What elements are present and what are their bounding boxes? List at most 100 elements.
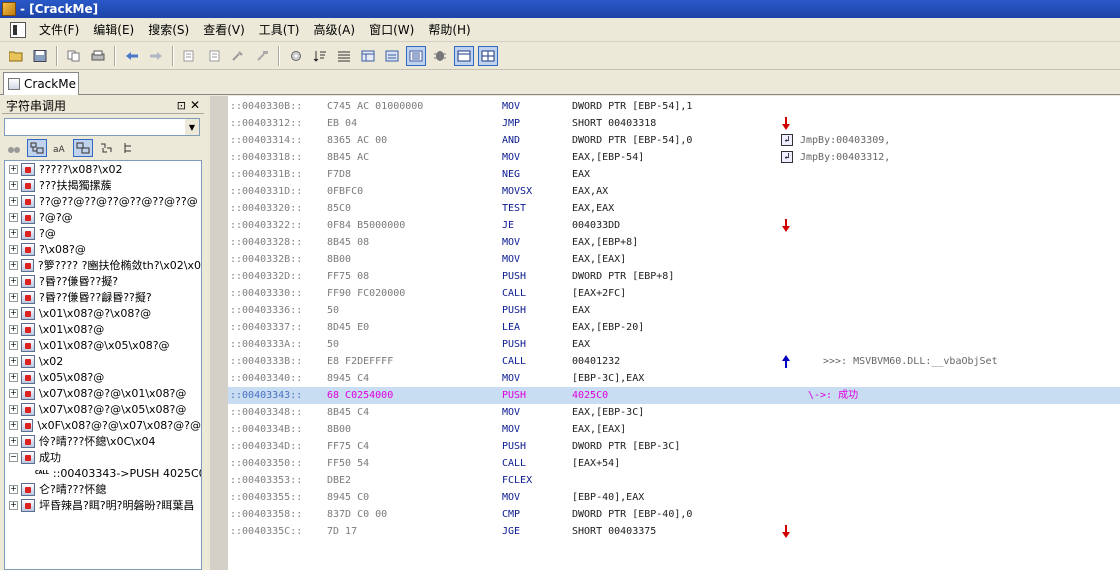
tree-item[interactable]: + \x01\x08?@: [5, 321, 201, 337]
tree-item[interactable]: CALL::00403343->PUSH 4025C0: [5, 465, 201, 481]
panel-view-button[interactable]: [454, 45, 474, 66]
expand-toggle-icon[interactable]: +: [9, 404, 18, 414]
forward-button[interactable]: [146, 46, 166, 66]
tree-item[interactable]: + ???扶揭獨摞蔟: [5, 177, 201, 193]
tree-item[interactable]: + 仑?晴???怀鎴: [5, 481, 201, 497]
code-line[interactable]: ::00403343:: 68 C0254000 PUSH 4025C0 \->: 成功: [228, 387, 1120, 404]
sort-az-button[interactable]: aA: [50, 139, 70, 157]
code-line[interactable]: ::00403314:: 8365 AC 00 AND DWORD PTR [EBP-…: [228, 132, 1120, 149]
hex-button[interactable]: [382, 46, 402, 66]
menu-help[interactable]: 帮助(H): [421, 21, 477, 38]
print-button[interactable]: [88, 46, 108, 66]
code-line[interactable]: ::00403337:: 8D45 E0 LEA EAX,[EBP-20]: [228, 319, 1120, 336]
tree-item[interactable]: + 伶?晴???怀鎴\x0C\x04: [5, 433, 201, 449]
expand-toggle-icon[interactable]: +: [9, 292, 18, 302]
close-icon[interactable]: ✕: [190, 98, 200, 112]
expand-toggle-icon[interactable]: +: [9, 372, 18, 382]
code-line[interactable]: ::00403348:: 8B45 C4 MOV EAX,[EBP-3C]: [228, 404, 1120, 421]
code-line[interactable]: ::00403350:: FF50 54 CALL [EAX+54]: [228, 455, 1120, 472]
find-button[interactable]: [4, 139, 24, 157]
code-line[interactable]: ::0040332B:: 8B00 MOV EAX,[EAX]: [228, 251, 1120, 268]
tree-mode-button[interactable]: [27, 139, 47, 157]
code-line[interactable]: ::0040332D:: FF75 08 PUSH DWORD PTR [EBP+8]: [228, 268, 1120, 285]
code-line[interactable]: ::00403312:: EB 04 JMP SHORT 00403318: [228, 115, 1120, 132]
tree-item[interactable]: + ?箩???? ?豳扶伧椭敛th?\x02\x0: [5, 257, 201, 273]
code-line[interactable]: ::0040333A:: 50 PUSH EAX: [228, 336, 1120, 353]
code-line[interactable]: ::0040334D:: FF75 C4 PUSH DWORD PTR [EBP-3C…: [228, 438, 1120, 455]
disassembly-view[interactable]: ::0040330B:: C745 AC 01000000 MOV DWORD PTR…: [210, 96, 1120, 570]
tree-button[interactable]: [358, 46, 378, 66]
disasm-view-button[interactable]: [406, 45, 426, 66]
list-button[interactable]: [334, 46, 354, 66]
menu-view[interactable]: 查看(V): [196, 21, 252, 38]
menu-search[interactable]: 搜索(S): [141, 21, 196, 38]
expand-toggle-icon[interactable]: +: [9, 164, 18, 174]
back-button[interactable]: [122, 46, 142, 66]
expand-toggle-icon[interactable]: +: [9, 388, 18, 398]
tree-item[interactable]: + \x01\x08?@\x05\x08?@: [5, 337, 201, 353]
collapse-toggle-icon[interactable]: −: [9, 452, 18, 462]
code-line[interactable]: ::0040331D:: 0FBFC0 MOVSX EAX,AX: [228, 183, 1120, 200]
expand-toggle-icon[interactable]: +: [9, 420, 18, 430]
menu-file[interactable]: 文件(F): [32, 21, 86, 38]
code-line[interactable]: ::00403340:: 8945 C4 MOV [EBP-3C],EAX: [228, 370, 1120, 387]
expand-toggle-icon[interactable]: +: [9, 228, 18, 238]
save-button[interactable]: [30, 46, 50, 66]
tree-item[interactable]: + \x0F\x08?@?@\x07\x08?@?@: [5, 417, 201, 433]
tree-item[interactable]: + ?昬??傔昬??擬?: [5, 273, 201, 289]
code-line[interactable]: ::0040333B:: E8 F2DEFFFF CALL 00401232 >>>: …: [228, 353, 1120, 370]
tab-crackme[interactable]: CrackMe: [3, 72, 79, 95]
expand-toggle-icon[interactable]: +: [9, 212, 18, 222]
expand-toggle-icon[interactable]: +: [9, 484, 18, 494]
menu-window[interactable]: 窗口(W): [362, 21, 421, 38]
patch2-button[interactable]: [252, 46, 272, 66]
tree-item[interactable]: + ?@?@: [5, 209, 201, 225]
code-line[interactable]: ::00403328:: 8B45 08 MOV EAX,[EBP+8]: [228, 234, 1120, 251]
expand-toggle-icon[interactable]: +: [9, 196, 18, 206]
string-tree[interactable]: + ?????\x08?\x02 + ???扶揭獨摞蔟 + ??@??@??@??@??@…: [4, 160, 202, 570]
tree-item[interactable]: − 成功: [5, 449, 201, 465]
debug-button[interactable]: [430, 46, 450, 66]
tree-item[interactable]: + \x01\x08?@?\x08?@: [5, 305, 201, 321]
tree-item[interactable]: + ?????\x08?\x02: [5, 161, 201, 177]
goto-entry-button[interactable]: [204, 46, 224, 66]
code-line[interactable]: ::00403358:: 837D C0 00 CMP DWORD PTR [EBP-…: [228, 506, 1120, 523]
tree-item[interactable]: + \x02: [5, 353, 201, 369]
code-line[interactable]: ::00403330:: FF90 FC020000 CALL [EAX+2FC]: [228, 285, 1120, 302]
expand-toggle-icon[interactable]: +: [9, 180, 18, 190]
chevron-down-icon[interactable]: ▼: [185, 119, 199, 135]
expand-toggle-icon[interactable]: +: [9, 244, 18, 254]
menu-advanced[interactable]: 高级(A): [307, 21, 363, 38]
open-button[interactable]: [6, 46, 26, 66]
expand-toggle-icon[interactable]: +: [9, 308, 18, 318]
tree-item[interactable]: + \x07\x08?@?@\x05\x08?@: [5, 401, 201, 417]
collapse-button[interactable]: [96, 139, 116, 157]
options-button[interactable]: [286, 46, 306, 66]
code-line[interactable]: ::00403320:: 85C0 TEST EAX,EAX: [228, 200, 1120, 217]
tree-item[interactable]: + ?昬??傔昬??龣昬??擬?: [5, 289, 201, 305]
patch-button[interactable]: [228, 46, 248, 66]
code-line[interactable]: ::0040334B:: 8B00 MOV EAX,[EAX]: [228, 421, 1120, 438]
group-button[interactable]: [73, 139, 93, 157]
mdi-document-icon[interactable]: [10, 21, 26, 38]
expand-toggle-icon[interactable]: +: [9, 436, 18, 446]
code-line[interactable]: ::0040330B:: C745 AC 01000000 MOV DWORD PTR…: [228, 98, 1120, 115]
sort-button[interactable]: [310, 46, 330, 66]
expand-button[interactable]: [119, 139, 139, 157]
code-line[interactable]: ::0040331B:: F7D8 NEG EAX: [228, 166, 1120, 183]
expand-toggle-icon[interactable]: +: [9, 500, 18, 510]
pin-icon[interactable]: ⊡: [177, 99, 186, 112]
tree-item[interactable]: + 坪昏辣昌?眲?明?明磐昐?眲葉昌: [5, 497, 201, 513]
tree-item[interactable]: + \x05\x08?@: [5, 369, 201, 385]
tree-item[interactable]: + ?@: [5, 225, 201, 241]
split-view-button[interactable]: [478, 45, 498, 66]
code-line[interactable]: ::00403355:: 8945 C0 MOV [EBP-40],EAX: [228, 489, 1120, 506]
code-line[interactable]: ::0040335C:: 7D 17 JGE SHORT 00403375: [228, 523, 1120, 540]
copy-button[interactable]: [64, 46, 84, 66]
code-line[interactable]: ::00403322:: 0F84 B5000000 JE 004033DD: [228, 217, 1120, 234]
filter-combo[interactable]: ▼: [4, 118, 200, 136]
goto-button[interactable]: [180, 46, 200, 66]
tree-item[interactable]: + ?\x08?@: [5, 241, 201, 257]
expand-toggle-icon[interactable]: +: [9, 356, 18, 366]
expand-toggle-icon[interactable]: +: [9, 276, 18, 286]
